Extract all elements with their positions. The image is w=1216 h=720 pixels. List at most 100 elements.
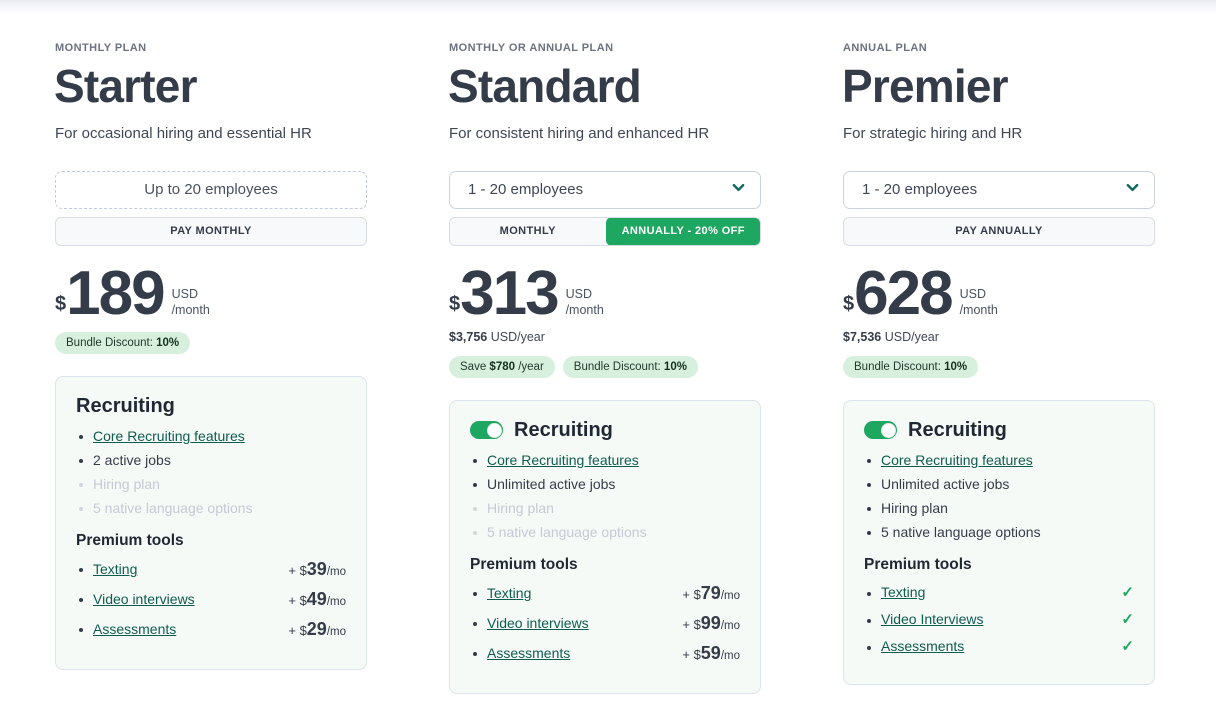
price-row: $189 USD/month <box>55 258 394 328</box>
price-amount: 189 <box>66 258 165 328</box>
premium-tool-item: Texting + $79/mo <box>470 583 740 604</box>
premium-tool-item: Assessments + $29/mo <box>76 619 346 640</box>
plan-tagline: For consistent hiring and enhanced HR <box>449 124 710 142</box>
feature-list: Core Recruiting features Unlimited active… <box>864 452 1134 540</box>
feature-list-item: Core Recruiting features <box>76 428 346 444</box>
price-plus-prefix: + $ <box>682 586 701 602</box>
recruiting-toggle-switch[interactable] <box>864 421 897 440</box>
feature-list-item: Core Recruiting features <box>864 452 1134 468</box>
price-plus-prefix: + $ <box>682 646 701 662</box>
premium-tools-title: Premium tools <box>76 531 184 549</box>
check-icon: ✓ <box>1121 583 1134 601</box>
price-value: 29 <box>306 618 327 639</box>
feature-card-title: Recruiting <box>514 418 613 441</box>
pill-value: 10% <box>944 360 968 373</box>
price-unit-currency: USD <box>959 287 986 302</box>
employee-count-select[interactable]: 1 - 20 employees <box>449 170 761 209</box>
premium-tool-link[interactable]: Assessments <box>487 645 570 661</box>
plan-column-standard: MONTHLY OR ANNUAL PLAN Standard For consis… <box>422 42 788 720</box>
toggle-knob <box>486 422 502 438</box>
price-plus-prefix: + $ <box>288 622 307 638</box>
feature-list-item: Hiring plan <box>864 500 1134 516</box>
feature-text: 5 native language options <box>881 523 1041 540</box>
employee-count-static: Up to 20 employees <box>55 170 367 209</box>
plan-kicker: ANNUAL PLAN <box>843 42 928 54</box>
price-yearly-suffix: USD/year <box>487 329 545 344</box>
feature-list-item: Hiring plan <box>470 500 740 516</box>
premium-tool-link[interactable]: Video Interviews <box>881 611 983 627</box>
premium-tool-item: Texting ✓ <box>864 583 1134 601</box>
price-currency-symbol: $ <box>843 292 855 315</box>
plan-name: Starter <box>54 60 197 112</box>
billing-option-monthly[interactable]: MONTHLY <box>450 218 606 245</box>
price-period: /mo <box>720 649 740 662</box>
feature-list: Core Recruiting features 2 active jobs Hir… <box>76 428 346 516</box>
price-unit: USD/month <box>566 287 604 320</box>
plan-kicker: MONTHLY OR ANNUAL PLAN <box>449 42 614 54</box>
price-unit-period: /month <box>171 302 210 317</box>
premium-tools-list: Texting ✓ Video Interviews ✓ Assessments ✓ <box>864 583 1134 655</box>
price-period: /mo <box>326 595 346 608</box>
price-row: $313 USD/month <box>449 262 788 324</box>
price-period: /mo <box>720 589 740 602</box>
recruiting-toggle-switch[interactable] <box>470 421 503 440</box>
price-currency-symbol: $ <box>449 292 461 315</box>
employee-count-label: 1 - 20 employees <box>862 181 978 199</box>
employee-count-label: Up to 20 employees <box>144 181 278 199</box>
price-value: 79 <box>700 582 721 603</box>
premium-tool-link[interactable]: Texting <box>487 585 531 601</box>
premium-tools-title: Premium tools <box>864 555 972 573</box>
discount-pill: Bundle Discount: 10% <box>55 331 191 354</box>
feature-list-item: 5 native language options <box>470 524 740 540</box>
premium-tool-link[interactable]: Assessments <box>881 638 964 654</box>
billing-period-text: PAY ANNUALLY <box>955 225 1043 238</box>
pill-value: $780 <box>489 360 516 373</box>
feature-card-title: Recruiting <box>76 394 175 417</box>
chevron-down-icon[interactable] <box>731 180 746 200</box>
feature-text: Hiring plan <box>487 499 554 516</box>
feature-text: Hiring plan <box>881 499 948 516</box>
plan-name: Premier <box>842 60 1009 112</box>
feature-list-item: Unlimited active jobs <box>470 476 740 492</box>
feature-list-item: Unlimited active jobs <box>864 476 1134 492</box>
premium-tool-price: + $29/mo <box>288 619 346 640</box>
chevron-down-icon[interactable] <box>1125 180 1140 200</box>
recruiting-feature-card: Recruiting Core Recruiting features 2 acti… <box>55 375 367 670</box>
feature-link[interactable]: Core Recruiting features <box>487 452 740 468</box>
price-period: /mo <box>720 619 740 632</box>
price-yearly-total: $7,536 USD/year <box>843 330 1182 344</box>
billing-option-annually[interactable]: ANNUALLY - 20% OFF <box>605 217 760 245</box>
premium-tool-link[interactable]: Texting <box>881 584 925 600</box>
plan-column-premier: ANNUAL PLAN Premier For strategic hiring a… <box>816 42 1182 720</box>
pill-suffix: /year <box>515 360 544 373</box>
premium-tool-link[interactable]: Texting <box>93 561 137 577</box>
discount-pill: Save $780 /year <box>449 355 555 378</box>
employee-count-select[interactable]: 1 - 20 employees <box>843 170 1155 209</box>
price-unit-currency: USD <box>171 287 198 302</box>
plan-tagline: For strategic hiring and HR <box>843 124 1023 142</box>
recruiting-feature-card: Recruiting Core Recruiting features Unlimi… <box>843 399 1155 685</box>
price-value: 59 <box>700 642 721 663</box>
feature-link[interactable]: Core Recruiting features <box>93 428 346 444</box>
pricing-plans-container: MONTHLY PLAN Starter For occasional hiring… <box>0 0 1216 720</box>
price-plus-prefix: + $ <box>288 592 307 608</box>
plan-tagline: For occasional hiring and essential HR <box>55 124 312 142</box>
price-unit-period: /month <box>959 302 998 317</box>
premium-tool-price: + $79/mo <box>682 583 740 604</box>
price-plus-prefix: + $ <box>682 616 701 632</box>
premium-tool-link[interactable]: Assessments <box>93 621 176 637</box>
price-unit-period: /month <box>565 302 604 317</box>
price-yearly-amount: $7,536 <box>843 329 882 344</box>
feature-list-item: Hiring plan <box>76 476 346 492</box>
feature-link[interactable]: Core Recruiting features <box>881 452 1134 468</box>
feature-list-item: 5 native language options <box>76 500 346 516</box>
feature-text: Unlimited active jobs <box>881 475 1010 492</box>
premium-tool-link[interactable]: Video interviews <box>487 615 589 631</box>
plan-column-starter: MONTHLY PLAN Starter For occasional hiring… <box>28 42 394 720</box>
price-yearly-amount: $3,756 <box>449 329 488 344</box>
price-unit: USD/month <box>172 287 210 320</box>
feature-list: Core Recruiting features Unlimited active… <box>470 452 740 540</box>
feature-list-item: 5 native language options <box>864 524 1134 540</box>
premium-tool-link[interactable]: Video interviews <box>93 591 195 607</box>
price-value: 99 <box>700 612 721 633</box>
